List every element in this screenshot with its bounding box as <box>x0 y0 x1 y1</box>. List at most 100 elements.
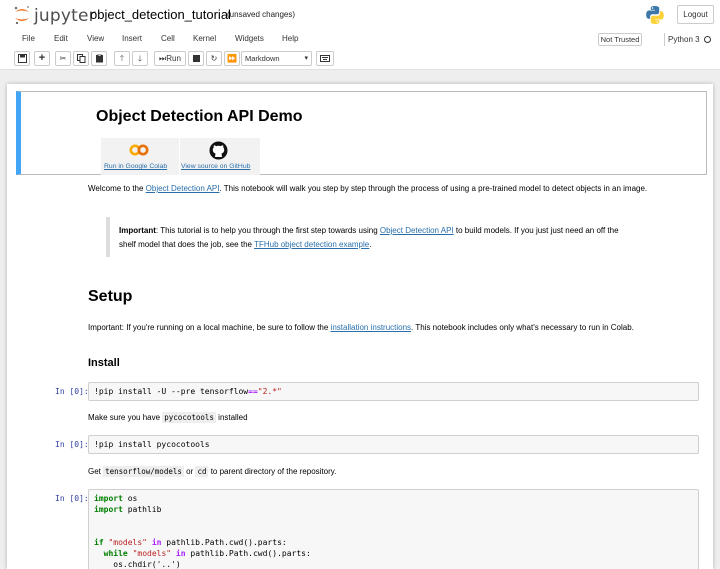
colab-link[interactable]: Run in Google Colab <box>104 163 167 170</box>
code-cell-pip-tensorflow[interactable]: !pip install -U --pre tensorflow=="2.*" <box>88 382 699 401</box>
logout-button[interactable]: Logout <box>677 5 714 24</box>
installation-instructions-link[interactable]: installation instructions <box>331 323 411 332</box>
notebook-name[interactable]: object_detection_tutorial <box>90 7 231 22</box>
interrupt-button[interactable] <box>188 51 204 66</box>
object-detection-api-link[interactable]: Object Detection API <box>146 184 220 193</box>
stop-icon <box>192 55 200 62</box>
kernel-name[interactable]: Python 3 <box>668 35 700 44</box>
selected-markdown-cell[interactable]: Object Detection API Demo Run in Google … <box>16 91 707 175</box>
keyboard-icon <box>320 55 330 62</box>
tfhub-link[interactable]: TFHub object detection example <box>254 240 369 249</box>
code-cell-pip-pycocotools[interactable]: !pip install pycocotools <box>88 435 699 454</box>
save-button[interactable] <box>14 51 30 66</box>
toolbar: + ✂ 🡑 🡓 ⏭Run ↻ ⏩ Markdown ▾ <box>0 49 720 70</box>
save-status: (unsaved changes) <box>227 10 296 19</box>
quote-text-4: . <box>369 240 372 249</box>
setup-note: Important: If you're running on a local … <box>88 320 634 335</box>
quote-bold: Important <box>119 226 156 235</box>
pycoco-note-start: Make sure you have <box>88 413 163 422</box>
setup-note-start: Important: If you're running on a local … <box>88 323 331 332</box>
colab-icon <box>129 144 149 156</box>
arrow-down-icon: 🡓 <box>137 54 143 63</box>
code-operator: == <box>248 387 258 396</box>
menu-view[interactable]: View <box>87 34 104 43</box>
quote-text-2: to build models. If you just just need a… <box>453 226 619 235</box>
module-pathlib: pathlib <box>122 505 162 514</box>
run-button[interactable]: ⏭Run <box>154 51 186 66</box>
models-note-start: Get <box>88 467 104 476</box>
welcome-text: Welcome to the Object Detection API. Thi… <box>88 181 647 196</box>
keyword-while: while <box>103 549 128 558</box>
jupyter-logo[interactable]: jupyter <box>12 5 96 26</box>
fast-forward-icon: ⏩ <box>227 54 237 63</box>
quote-text-1: : This tutorial is to help you through t… <box>155 226 380 235</box>
models-code: tensorflow/models <box>103 466 184 477</box>
command-palette-button[interactable] <box>316 51 334 66</box>
menu-file[interactable]: File <box>22 34 35 43</box>
welcome-text-end: . This notebook will walk you step by st… <box>219 184 648 193</box>
not-trusted-button[interactable]: Not Trusted <box>598 33 642 46</box>
copy-icon <box>76 54 85 63</box>
menu-widgets[interactable]: Widgets <box>235 34 264 43</box>
quote-line-2: shelf model that does the job, see the T… <box>119 237 371 252</box>
github-icon <box>209 141 228 160</box>
code-chdir: os.chdir('..') <box>113 560 181 569</box>
notebook-header: jupyter object_detection_tutorial (unsav… <box>0 0 720 30</box>
jupyter-logo-icon <box>14 6 29 25</box>
code-line: !pip install -U --pre tensorflow <box>94 387 249 396</box>
setup-heading: Setup <box>88 288 133 305</box>
menu-insert[interactable]: Insert <box>122 34 142 43</box>
code-expression: pathlib.Path.cwd().parts: <box>161 538 287 547</box>
models-note-end: to parent directory of the repository. <box>208 467 337 476</box>
restart-run-all-button[interactable]: ⏩ <box>224 51 240 66</box>
keyword-import: import <box>94 505 123 514</box>
kernel-idle-icon <box>704 36 711 43</box>
menu-cell[interactable]: Cell <box>161 34 175 43</box>
input-prompt: In [0]: <box>55 440 89 449</box>
page-title: Object Detection API Demo <box>96 108 303 125</box>
code-string: "models" <box>108 538 147 547</box>
code-string: "2.*" <box>257 387 282 396</box>
keyword-in: in <box>175 549 186 558</box>
cell-type-select[interactable]: Markdown ▾ <box>241 51 312 66</box>
github-link[interactable]: View source on GitHub <box>181 163 250 170</box>
move-down-button[interactable]: 🡓 <box>132 51 148 66</box>
code-cell-chdir[interactable]: import os import pathlib if "models" in … <box>88 489 699 569</box>
badge-divider <box>179 138 180 175</box>
object-detection-api-link-2[interactable]: Object Detection API <box>380 226 454 235</box>
kernel-divider <box>664 33 665 46</box>
paste-button[interactable] <box>91 51 107 66</box>
pycoco-note-end: installed <box>215 413 248 422</box>
menu-help[interactable]: Help <box>282 34 298 43</box>
move-up-button[interactable]: 🡑 <box>114 51 130 66</box>
pycocotools-code: pycocotools <box>162 412 216 423</box>
floppy-icon <box>17 54 27 63</box>
menu-kernel[interactable]: Kernel <box>193 34 216 43</box>
input-prompt: In [0]: <box>55 387 89 396</box>
python-logo-icon <box>646 6 664 24</box>
pycoco-note: Make sure you have pycocotools installed <box>88 410 248 425</box>
copy-button[interactable] <box>73 51 89 66</box>
notebook-container: Object Detection API Demo Run in Google … <box>7 84 713 569</box>
badge-table: Run in Google Colab View source on GitHu… <box>101 138 260 175</box>
refresh-icon: ↻ <box>210 54 218 63</box>
cd-code: cd <box>195 466 209 477</box>
chevron-down-icon: ▾ <box>304 55 308 62</box>
menu-edit[interactable]: Edit <box>54 34 68 43</box>
models-note: Get tensorflow/models or cd to parent di… <box>88 464 336 479</box>
cut-button[interactable]: ✂ <box>55 51 71 66</box>
quote-line-1: Important: This tutorial is to help you … <box>119 223 619 238</box>
restart-button[interactable]: ↻ <box>206 51 222 66</box>
arrow-up-icon: 🡑 <box>119 54 125 63</box>
models-note-mid: or <box>183 467 196 476</box>
run-button-label: Run <box>166 54 181 63</box>
welcome-text-start: Welcome to the <box>88 184 146 193</box>
code-expression: pathlib.Path.cwd().parts: <box>185 549 311 558</box>
quote-text-3: shelf model that does the job, see the <box>119 240 255 249</box>
install-heading: Install <box>88 357 120 369</box>
cell-type-value: Markdown <box>245 54 280 63</box>
jupyter-logo-text: jupyter <box>34 6 96 26</box>
module-os: os <box>122 494 138 503</box>
insert-cell-button[interactable]: + <box>34 51 50 66</box>
plus-icon: + <box>38 52 46 64</box>
